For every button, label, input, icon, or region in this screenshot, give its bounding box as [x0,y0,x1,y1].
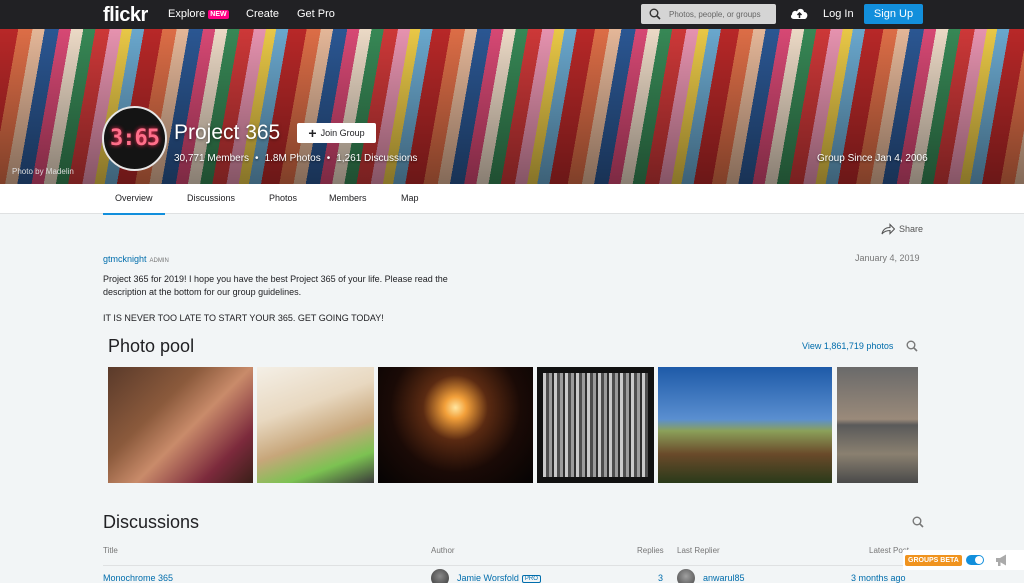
column-header-author[interactable]: Author [431,546,455,555]
pool-photo-thumbnail[interactable] [257,367,374,483]
post-date: January 4, 2019 [855,253,920,263]
author-link[interactable]: gtmcknight [103,254,147,264]
pool-photo-thumbnail[interactable] [537,367,654,483]
search-icon[interactable] [906,340,918,352]
discussion-title-link[interactable]: Monochrome 365 [103,573,173,583]
groups-beta-badge: GROUPS BETA [905,554,962,566]
login-link[interactable]: Log In [823,8,854,20]
search-icon[interactable] [912,516,924,528]
table-divider [103,565,923,566]
column-header-title[interactable]: Title [103,546,118,555]
latest-post-time[interactable]: 3 months ago [851,573,906,583]
beta-toggle[interactable] [965,555,984,565]
tab-map[interactable]: Map [401,193,419,203]
post-author: gtmcknight ADMIN [103,254,169,264]
photo-count[interactable]: 1.8M Photos [265,153,321,164]
cover-photo: 3:65 Project 365 + Join Group 30,771 Memb… [0,29,1024,184]
stats-separator: • [255,153,259,164]
share-label: Share [899,224,924,234]
member-count[interactable]: 30,771 Members [174,153,249,164]
search-icon[interactable] [649,8,661,20]
admin-tag: ADMIN [149,258,169,264]
avatar[interactable] [677,569,695,583]
stats-separator: • [326,153,331,164]
pro-badge: PRO [521,575,541,583]
post-paragraph: IT IS NEVER TOO LATE TO START YOUR 365. … [103,313,384,323]
group-stats: 30,771 Members • 1.8M Photos • 1,261 Discuss… [174,153,417,164]
join-group-label: Join Group [320,128,365,138]
avatar[interactable] [431,569,449,583]
author-name-label: Jamie Worsfold [457,573,519,583]
discussion-count[interactable]: 1,261 Discussions [336,153,417,164]
group-title: Project 365 [174,121,281,144]
new-badge: NEW [208,10,229,19]
share-arrow-icon [881,223,895,235]
flickr-logo[interactable]: flickr [103,4,148,27]
tab-discussions[interactable]: Discussions [187,193,235,203]
megaphone-icon[interactable] [994,553,1010,567]
photo-pool-title: Photo pool [108,336,195,356]
photo-credit[interactable]: Photo by Madelin [12,167,74,176]
nav-explore-label: Explore [168,8,206,20]
nav-create[interactable]: Create [246,8,279,20]
pool-photo-thumbnail[interactable] [108,367,253,483]
post-paragraph: Project 365 for 2019! I hope you have th… [103,274,448,297]
signup-button[interactable]: Sign Up [864,4,923,24]
search-input[interactable] [669,4,774,24]
top-navigation: flickr ExploreNEW Create Get Pro Log In … [0,0,1024,29]
avatar-text: 3:65 [110,126,160,151]
pool-photo-thumbnail[interactable] [837,367,918,483]
groups-beta-widget: GROUPS BETA [903,550,1024,570]
photo-image [543,373,648,477]
join-group-button[interactable]: + Join Group [297,123,376,143]
search-box [641,4,776,24]
group-tabs: Overview Discussions Photos Members Map [0,184,1024,215]
group-since: Group Since Jan 4, 2006 [817,153,928,164]
view-photos-link[interactable]: View 1,861,719 photos [802,341,893,351]
plus-icon: + [308,125,317,141]
cloud-upload-icon[interactable] [790,6,809,21]
pool-photo-thumbnail[interactable] [658,367,832,483]
discussions-title: Discussions [103,512,200,532]
column-header-last-replier[interactable]: Last Replier [677,546,720,555]
tab-photos[interactable]: Photos [269,193,297,203]
reply-count[interactable]: 3 [658,573,663,583]
post-body: Project 365 for 2019! I hope you have th… [103,273,463,338]
tab-overview[interactable]: Overview [103,193,165,215]
group-avatar: 3:65 [102,106,167,171]
share-button[interactable]: Share [881,223,923,235]
column-header-replies[interactable]: Replies [637,546,664,555]
last-replier-name[interactable]: anwarul85 [703,573,745,583]
pool-photo-thumbnail[interactable] [378,367,533,483]
nav-get-pro[interactable]: Get Pro [297,8,335,20]
author-name[interactable]: Jamie Worsfold PRO [457,573,541,583]
nav-explore[interactable]: Explore NEW [168,8,229,20]
tab-members[interactable]: Members [329,193,367,203]
